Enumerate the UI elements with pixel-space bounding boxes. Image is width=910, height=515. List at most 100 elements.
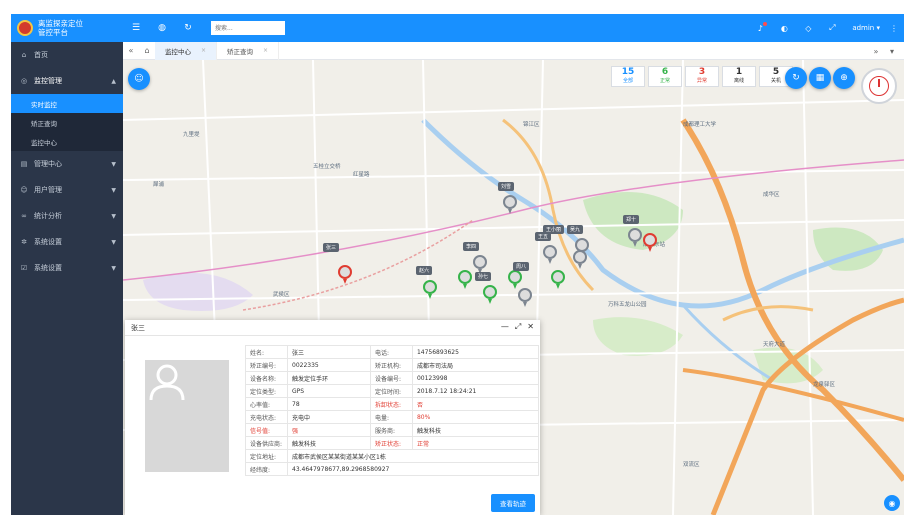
chevron-down-icon: ▼ (111, 160, 116, 168)
person-marker[interactable] (473, 255, 487, 274)
refresh-map-button[interactable]: ↻ (785, 67, 807, 89)
stat-normal[interactable]: 6 正常 (648, 66, 682, 87)
compass-icon (869, 76, 889, 96)
minimize-icon[interactable]: — (501, 322, 509, 332)
view-track-button[interactable]: 查看轨迹 (491, 494, 535, 512)
table-row: 充电状态: 充电中 电量: 80% (245, 410, 540, 424)
manage-icon: ▤ (20, 160, 28, 168)
settings-icon: ✲ (21, 238, 27, 246)
marker-label: 吴九 (567, 225, 584, 234)
tabs-dropdown-icon[interactable]: ▾ (884, 47, 900, 56)
eye-icon[interactable]: ◉ (884, 495, 900, 511)
person-marker[interactable] (551, 270, 565, 289)
sidebar-item-stats[interactable]: ∞ 统计分析 ▼ (11, 203, 123, 229)
person-marker[interactable] (543, 245, 557, 264)
marker-label: 李四 (463, 242, 480, 251)
sidebar-item-monitor[interactable]: ◎ 监控管理 ▲ (11, 68, 123, 94)
refresh-icon: ↻ (792, 73, 800, 83)
search-input[interactable] (211, 21, 285, 35)
map-view[interactable]: 五桂立交桥 成都东站 红星路 犀浦 九里堤 成都理工大学 万科五龙山公园 成华区… (123, 60, 904, 515)
table-row: 信号值: 强 服务商: 触发科技 (245, 423, 540, 437)
tab-correction-query[interactable]: 矫正查询 × (217, 41, 280, 60)
table-row: 定位地址: 成都市武侯区某某街道某某小区1栋 (245, 449, 539, 463)
submenu-item-correction-query[interactable]: 矫正查询 (11, 113, 123, 132)
more-options-icon[interactable]: ⋮ (890, 24, 898, 33)
map-label: 犀浦 (153, 182, 165, 188)
table-row: 矫正编号: 0022335 矫正机构: 成都市司法局 (245, 358, 540, 372)
avatar (145, 360, 229, 472)
tag-icon[interactable]: ◇ (796, 24, 820, 33)
person-marker[interactable] (483, 285, 497, 304)
chevron-down-icon: ▼ (111, 186, 116, 194)
submenu-item-realtime[interactable]: 实时监控 (11, 94, 123, 113)
grid-view-button[interactable]: ▦ (809, 67, 831, 89)
person-marker[interactable] (338, 265, 352, 284)
person-marker[interactable] (423, 280, 437, 299)
chevron-up-icon: ▲ (111, 77, 116, 85)
stat-abnormal[interactable]: 3 异常 (685, 66, 719, 87)
compass-control[interactable] (861, 68, 897, 104)
user-group-button[interactable]: ☺ (128, 68, 150, 90)
person-marker[interactable] (628, 228, 642, 247)
map-label: 成都理工大学 (683, 122, 717, 128)
sidebar-item-settings-2[interactable]: ☑ 系统设置 ▼ (11, 255, 123, 281)
person-marker[interactable] (643, 233, 657, 252)
person-info-table: 姓名: 张三 电话: 14756893625 矫正编号: 0022335 矫正机… (245, 345, 540, 476)
person-marker[interactable] (508, 270, 522, 289)
stat-all[interactable]: 15 全部 (611, 66, 645, 87)
sidebar: 离监探亲定位 管控平台 ⌂ 首页 ◎ 监控管理 ▲ 实时监控 矫正查询 监控中心… (11, 14, 123, 515)
refresh-icon[interactable]: ↻ (175, 23, 201, 33)
close-icon[interactable]: ✕ (527, 322, 534, 332)
user-menu[interactable]: admin ▾ (852, 24, 880, 32)
map-label: 成华区 (763, 192, 780, 198)
close-icon[interactable]: × (201, 47, 206, 54)
sidebar-item-manage[interactable]: ▤ 管理中心 ▼ (11, 151, 123, 177)
person-info-panel: 张三 — ⤢ ✕ 姓名: 张三 电话: 14756893625 矫正编号: 00… (125, 320, 540, 515)
monitor-icon: ◎ (20, 77, 28, 85)
logo: 离监探亲定位 管控平台 (11, 14, 123, 42)
chevron-down-icon: ▼ (111, 238, 116, 246)
globe-icon[interactable]: ◍ (149, 23, 175, 33)
palette-icon[interactable]: ◐ (772, 24, 796, 33)
table-row: 设备供应商: 触发科技 矫正状态: 正常 (245, 436, 540, 450)
sidebar-item-home[interactable]: ⌂ 首页 (11, 42, 123, 68)
tab-monitor-center[interactable]: 监控中心 × (155, 41, 218, 60)
person-marker[interactable] (458, 270, 472, 289)
maximize-icon[interactable]: ⤢ (515, 322, 521, 332)
person-marker[interactable] (503, 195, 517, 214)
map-label: 武侯区 (273, 292, 290, 298)
submenu-item-monitor-center[interactable]: 监控中心 (11, 132, 123, 151)
map-label: 万科五龙山公园 (608, 302, 647, 308)
settings-icon: ☑ (20, 264, 28, 272)
map-label: 九里堤 (183, 132, 200, 138)
map-label: 红星路 (353, 172, 370, 178)
chevron-down-icon: ▼ (111, 264, 116, 272)
chart-icon: ∞ (21, 212, 27, 220)
marker-label: 孙七 (475, 272, 492, 281)
users-icon: ☺ (134, 74, 144, 84)
app-window: 离监探亲定位 管控平台 ⌂ 首页 ◎ 监控管理 ▲ 实时监控 矫正查询 监控中心… (11, 14, 904, 515)
locate-button[interactable]: ⊕ (833, 67, 855, 89)
home-icon: ⌂ (21, 51, 27, 59)
bell-icon[interactable]: ♪ (748, 21, 772, 33)
police-badge-icon (17, 20, 33, 36)
grid-icon: ▦ (815, 73, 825, 83)
top-bar: ☰ ◍ ↻ ♪ ◐ ◇ ⤢ admin ▾ ⋮ (123, 14, 904, 42)
tabs-scroll-left-icon[interactable]: « (123, 46, 139, 55)
fullscreen-icon[interactable]: ⤢ (820, 23, 844, 33)
close-icon[interactable]: × (263, 47, 268, 54)
person-marker[interactable] (573, 250, 587, 269)
user-icon: ☺ (20, 186, 28, 194)
sidebar-item-users[interactable]: ☺ 用户管理 ▼ (11, 177, 123, 203)
marker-label: 张三 (323, 243, 340, 252)
marker-label: 刘雪 (498, 182, 515, 191)
home-tab-icon[interactable]: ⌂ (139, 46, 155, 55)
person-marker[interactable] (518, 288, 532, 307)
stat-offline[interactable]: 1 离线 (722, 66, 756, 87)
tabs-scroll-right-icon[interactable]: » (868, 47, 884, 56)
monitor-submenu: 实时监控 矫正查询 监控中心 (11, 94, 123, 151)
menu-toggle-icon[interactable]: ☰ (123, 23, 149, 33)
sidebar-item-settings[interactable]: ✲ 系统设置 ▼ (11, 229, 123, 255)
marker-label: 王小丽 (543, 225, 565, 234)
map-label: 锦江区 (523, 122, 540, 128)
